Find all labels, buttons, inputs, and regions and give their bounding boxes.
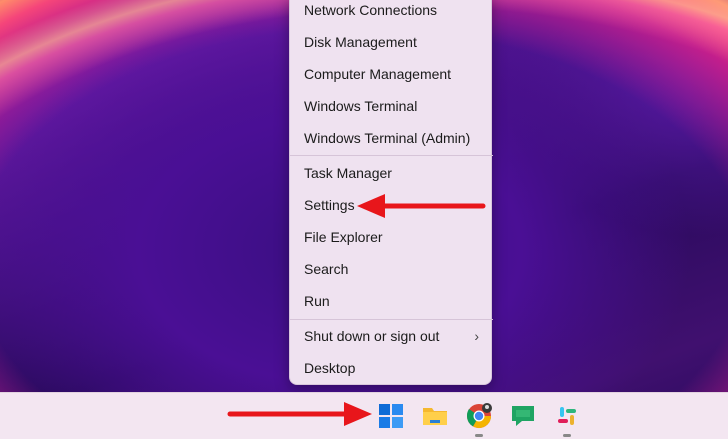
google-chat-icon[interactable] (508, 401, 538, 431)
slack-icon[interactable] (552, 401, 582, 431)
chevron-right-icon: › (474, 328, 479, 344)
taskbar (0, 392, 728, 439)
menu-item-desktop[interactable]: Desktop (290, 353, 493, 383)
menu-separator (290, 319, 493, 320)
menu-separator (290, 155, 493, 156)
menu-item-run[interactable]: Run (290, 286, 493, 316)
menu-item-disk-management[interactable]: Disk Management (290, 27, 493, 57)
annotation-arrow-start (227, 402, 372, 426)
menu-item-label: Shut down or sign out (304, 328, 440, 344)
annotation-arrow-settings (357, 194, 486, 218)
menu-item-task-manager[interactable]: Task Manager (290, 158, 493, 188)
chrome-icon[interactable] (464, 401, 494, 431)
menu-item-search[interactable]: Search (290, 254, 493, 284)
menu-item-shut-down-or-sign-out[interactable]: Shut down or sign out › (290, 321, 493, 351)
running-indicator (563, 434, 571, 437)
windows-start-icon[interactable] (376, 401, 406, 431)
menu-item-file-explorer[interactable]: File Explorer (290, 222, 493, 252)
file-explorer-icon[interactable] (420, 401, 450, 431)
menu-item-windows-terminal[interactable]: Windows Terminal (290, 91, 493, 121)
menu-item-computer-management[interactable]: Computer Management (290, 59, 493, 89)
running-indicator (475, 434, 483, 437)
menu-item-network-connections[interactable]: Network Connections (290, 0, 493, 25)
menu-item-windows-terminal-admin[interactable]: Windows Terminal (Admin) (290, 123, 493, 153)
